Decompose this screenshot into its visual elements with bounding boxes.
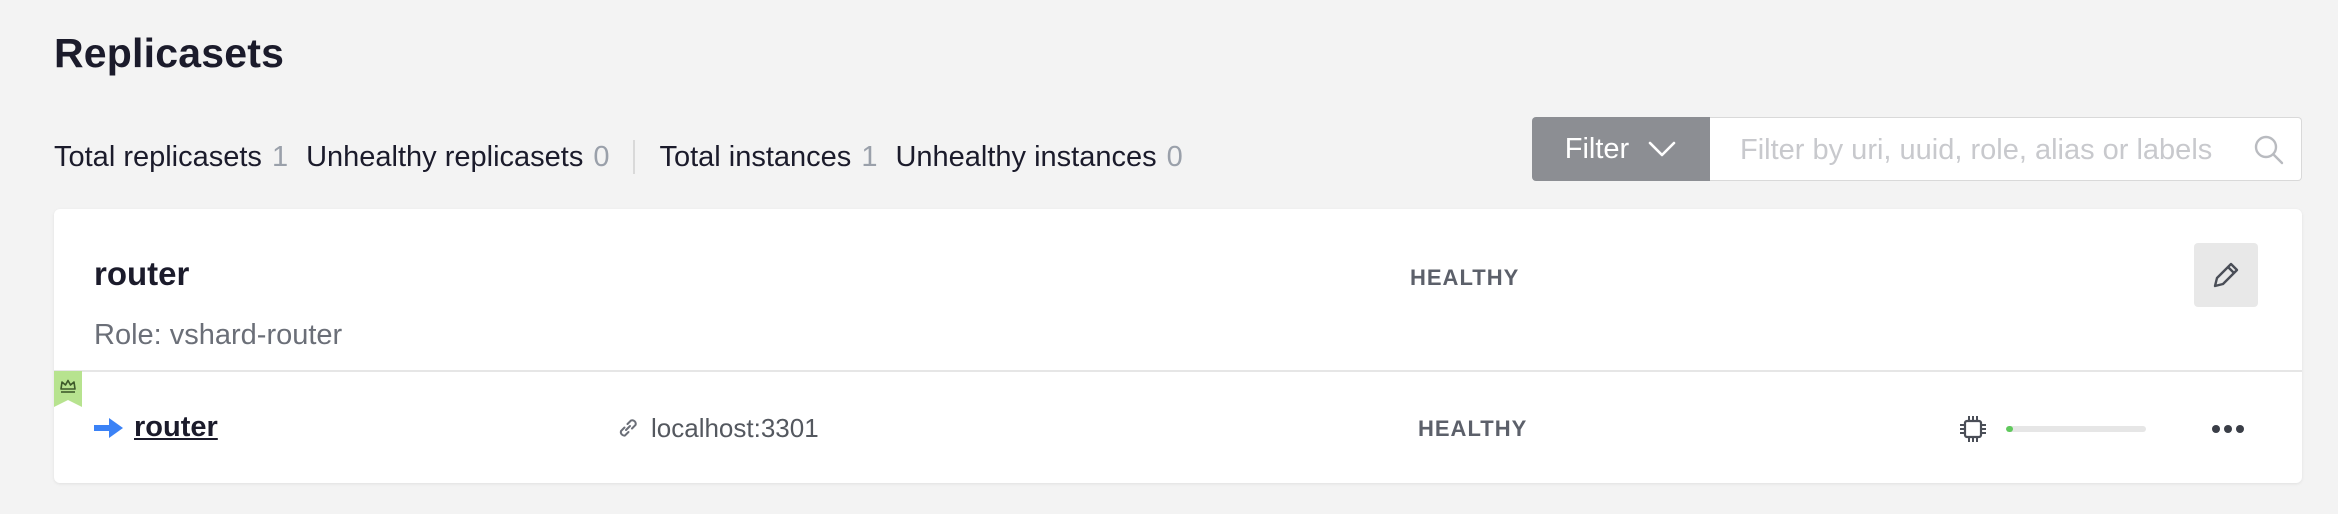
replicaset-name: router (94, 255, 190, 292)
instance-uri: localhost:3301 (651, 413, 819, 443)
stat-total-replicasets: Total replicasets 1 (54, 141, 288, 174)
cpu-icon (1960, 416, 1986, 442)
filter-bar: Filter (1532, 117, 2302, 182)
card-divider (54, 370, 2302, 372)
replicaset-role: Role: vshard-router (94, 319, 343, 351)
stat-total-instances: Total instances 1 (659, 141, 877, 174)
pencil-icon (2213, 262, 2239, 288)
memory-usage-bar (2006, 426, 2146, 432)
filter-search-input[interactable] (1738, 118, 2262, 182)
search-icon[interactable] (2253, 134, 2285, 166)
stat-value: 0 (593, 140, 610, 173)
page-title: Replicasets (54, 30, 285, 76)
chevron-down-icon (1648, 141, 1676, 157)
stat-unhealthy-instances: Unhealthy instances 0 (895, 141, 1182, 174)
link-icon (619, 419, 637, 437)
filter-input-container (1710, 117, 2302, 182)
more-horizontal-icon[interactable] (2208, 414, 2248, 444)
summary-stats: Total replicasets 1 Unhealthy replicaset… (54, 140, 1201, 174)
stat-unhealthy-replicasets: Unhealthy replicasets 0 (306, 141, 609, 174)
stat-value: 0 (1166, 140, 1183, 173)
stat-value: 1 (861, 140, 878, 173)
stat-label: Unhealthy replicasets (306, 140, 584, 173)
filter-dropdown-button[interactable]: Filter (1532, 117, 1710, 181)
stat-value: 1 (271, 140, 289, 173)
replicaset-card: router Role: vshard-router HEALTHY route… (54, 209, 2302, 483)
filter-button-label: Filter (1564, 132, 1630, 165)
edit-replicaset-button[interactable] (2194, 243, 2258, 307)
arrow-right-icon (94, 418, 123, 438)
stat-label: Total instances (659, 140, 852, 173)
crown-icon (54, 371, 82, 407)
memory-usage-fill (2006, 426, 2013, 432)
instance-status: HEALTHY (1418, 416, 1528, 441)
stats-divider (633, 140, 636, 174)
stat-label: Total replicasets (54, 140, 262, 173)
instance-name-link[interactable]: router (134, 411, 218, 444)
replicaset-status: HEALTHY (1410, 265, 1520, 290)
stat-label: Unhealthy instances (895, 140, 1157, 173)
